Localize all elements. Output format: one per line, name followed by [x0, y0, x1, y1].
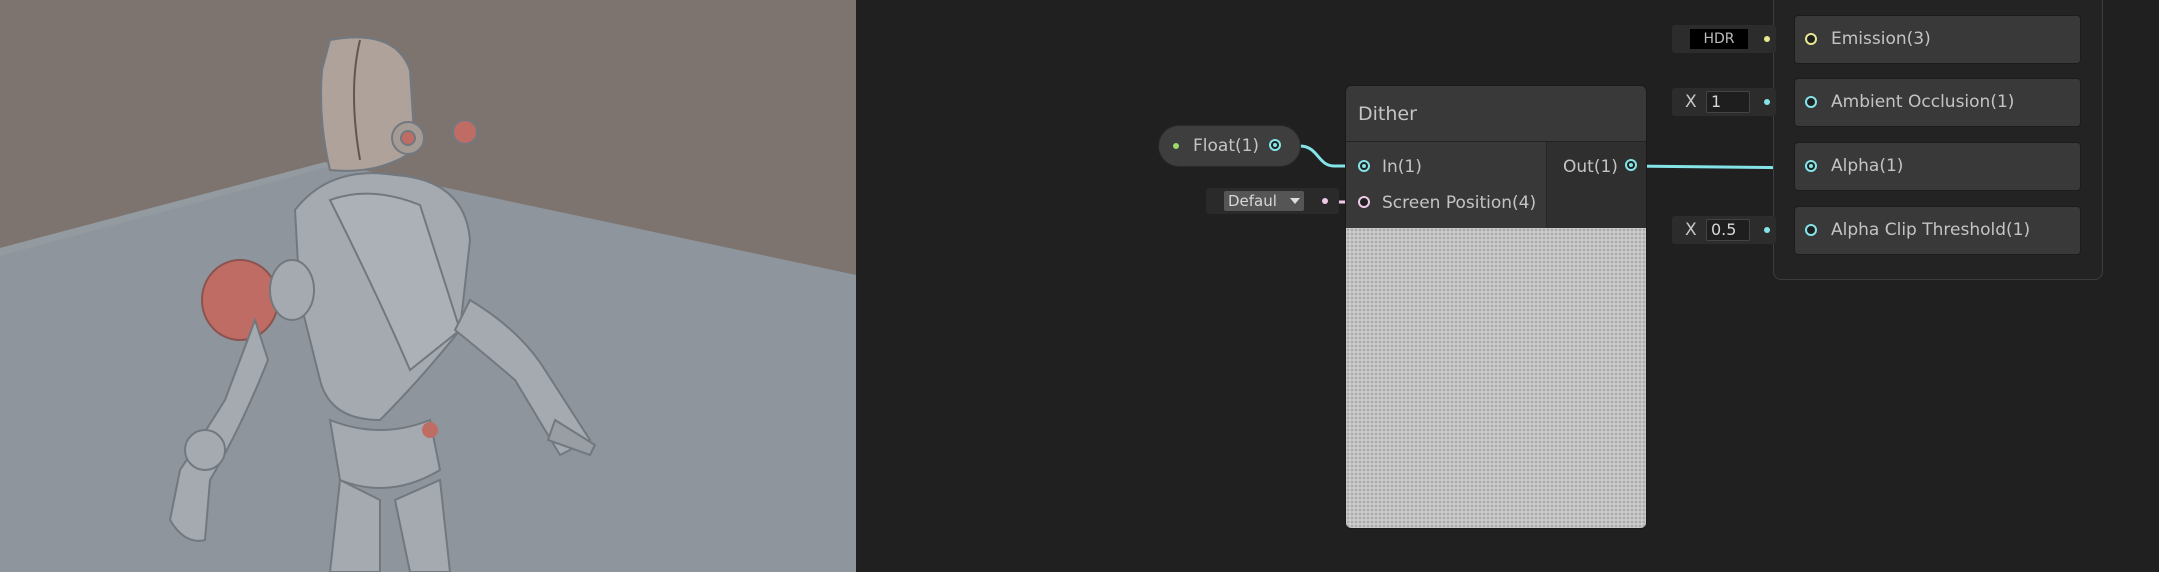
ao-field-dot [1764, 99, 1770, 105]
block-alpha[interactable]: Alpha(1) [1795, 143, 2080, 190]
ao-value-input[interactable]: 1 [1706, 91, 1750, 113]
in-port-label: In(1) [1382, 157, 1422, 177]
float-property-node[interactable]: Float(1) [1159, 126, 1300, 166]
default-connector-dot [1322, 198, 1328, 204]
float-node-label: Float(1) [1193, 136, 1260, 156]
ambient-occlusion-port[interactable] [1805, 96, 1817, 108]
block-ambient-occlusion[interactable]: Ambient Occlusion(1) [1795, 79, 2080, 126]
dither-node-title[interactable]: Dither [1346, 86, 1646, 142]
dither-node[interactable]: Dither In(1) Screen Position(4) Out(1) [1346, 86, 1646, 528]
dither-preview [1346, 228, 1646, 528]
alpha-clip-threshold-port[interactable] [1805, 224, 1817, 236]
alpha-clip-field[interactable]: X 0.5 [1672, 216, 1776, 244]
screen-position-dropdown[interactable]: Defaul [1224, 191, 1304, 211]
property-dot-icon [1173, 143, 1179, 149]
alpha-port[interactable] [1805, 160, 1817, 172]
clip-axis-label: X [1685, 220, 1697, 240]
scene-viewport[interactable] [0, 0, 856, 572]
chevron-down-icon [1290, 198, 1300, 204]
in-port[interactable] [1358, 160, 1370, 172]
out-port-label: Out(1) [1563, 157, 1618, 177]
scene-render [0, 0, 856, 572]
clip-field-dot [1764, 227, 1770, 233]
block-alpha-clip-threshold[interactable]: Alpha Clip Threshold(1) [1795, 207, 2080, 254]
out-port[interactable] [1625, 159, 1637, 171]
screen-position-port[interactable] [1358, 196, 1370, 208]
clip-value-input[interactable]: 0.5 [1706, 219, 1750, 241]
ambient-occlusion-label: Ambient Occlusion(1) [1831, 92, 2015, 112]
float-output-port[interactable] [1269, 139, 1281, 151]
screen-position-default-field[interactable]: Defaul [1206, 188, 1339, 214]
screen-position-label: Screen Position(4) [1382, 193, 1537, 213]
screen-position-dropdown-value: Defaul [1228, 192, 1277, 210]
ao-axis-label: X [1685, 92, 1697, 112]
block-emission[interactable]: Emission(3) [1795, 16, 2080, 63]
emission-port[interactable] [1805, 33, 1817, 45]
dither-inputs: In(1) Screen Position(4) [1346, 142, 1546, 228]
alpha-clip-threshold-label: Alpha Clip Threshold(1) [1831, 220, 2031, 240]
dither-outputs: Out(1) [1546, 142, 1646, 228]
ambient-occlusion-field[interactable]: X 1 [1672, 88, 1776, 116]
emission-label: Emission(3) [1831, 29, 1931, 49]
emission-hdr-field[interactable]: HDR [1672, 25, 1776, 53]
emission-field-dot [1764, 36, 1770, 42]
alpha-label: Alpha(1) [1831, 156, 1904, 176]
hdr-color-swatch[interactable]: HDR [1690, 29, 1748, 49]
